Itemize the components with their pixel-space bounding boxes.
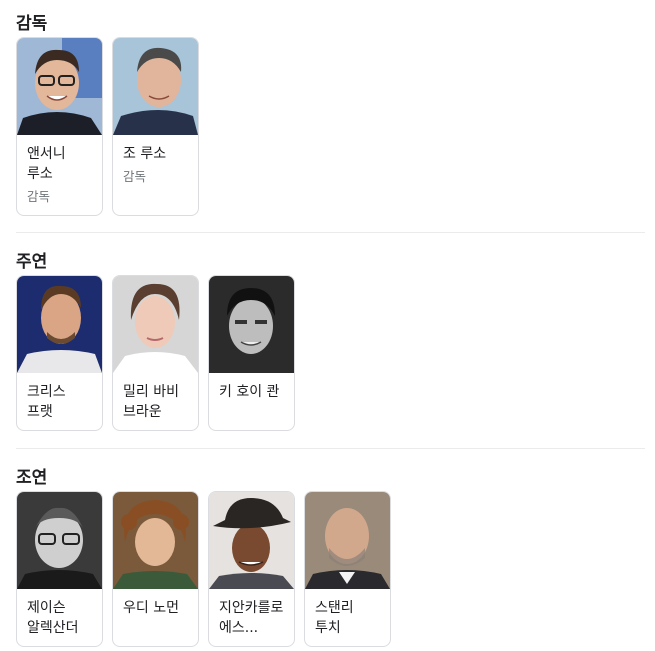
person-photo — [17, 38, 102, 135]
person-name: 앤서니 루소 — [27, 146, 66, 182]
person-role: 감독 — [27, 189, 51, 204]
person-photo — [305, 492, 390, 589]
person-photo — [17, 276, 102, 373]
section-title: 주연 — [16, 252, 48, 272]
section-directors: 감독 앤서니 루소 감독 조 루소 감독 — [16, 12, 645, 216]
person-photo — [209, 276, 294, 373]
section-title: 감독 — [16, 14, 48, 34]
person-photo — [209, 492, 294, 589]
person-photo — [113, 492, 198, 589]
person-name: 우디 노먼 — [123, 600, 179, 616]
person-role: 감독 — [123, 169, 147, 184]
section-divider — [16, 448, 645, 449]
person-card-chris-pratt[interactable]: 크리스 프랫 — [16, 275, 103, 431]
person-photo — [113, 276, 198, 373]
person-name: 조 루소 — [123, 146, 167, 162]
person-name: 지안카를로 에스... — [219, 600, 284, 636]
person-card-jason-alexander[interactable]: 제이슨 알렉산더 — [16, 491, 103, 647]
section-divider — [16, 232, 645, 233]
person-card-woody-norman[interactable]: 우디 노먼 — [112, 491, 199, 647]
person-name: 밀리 바비 브라운 — [123, 384, 179, 420]
person-name: 크리스 프랫 — [27, 384, 66, 420]
person-card-ke-huy-quan[interactable]: 키 호이 콴 — [208, 275, 295, 431]
person-name: 스탠리 투치 — [315, 600, 354, 636]
person-name: 제이슨 알렉산더 — [27, 600, 79, 636]
person-photo — [113, 38, 198, 135]
section-lead-cast: 주연 크리스 프랫 밀리 바비 브라운 키 호이 콴 — [16, 250, 645, 431]
person-card-anthony-russo[interactable]: 앤서니 루소 감독 — [16, 37, 103, 216]
person-card-giancarlo-esposito[interactable]: 지안카를로 에스... — [208, 491, 295, 647]
person-name: 키 호이 콴 — [219, 384, 280, 400]
section-title: 조연 — [16, 468, 48, 488]
person-card-stanley-tucci[interactable]: 스탠리 투치 — [304, 491, 391, 647]
section-supporting-cast: 조연 제이슨 알렉산더 우디 노먼 지안카를로 에스... 스탠리 투치 — [16, 466, 645, 647]
person-photo — [17, 492, 102, 589]
person-card-millie-bobby-brown[interactable]: 밀리 바비 브라운 — [112, 275, 199, 431]
person-card-joe-russo[interactable]: 조 루소 감독 — [112, 37, 199, 216]
